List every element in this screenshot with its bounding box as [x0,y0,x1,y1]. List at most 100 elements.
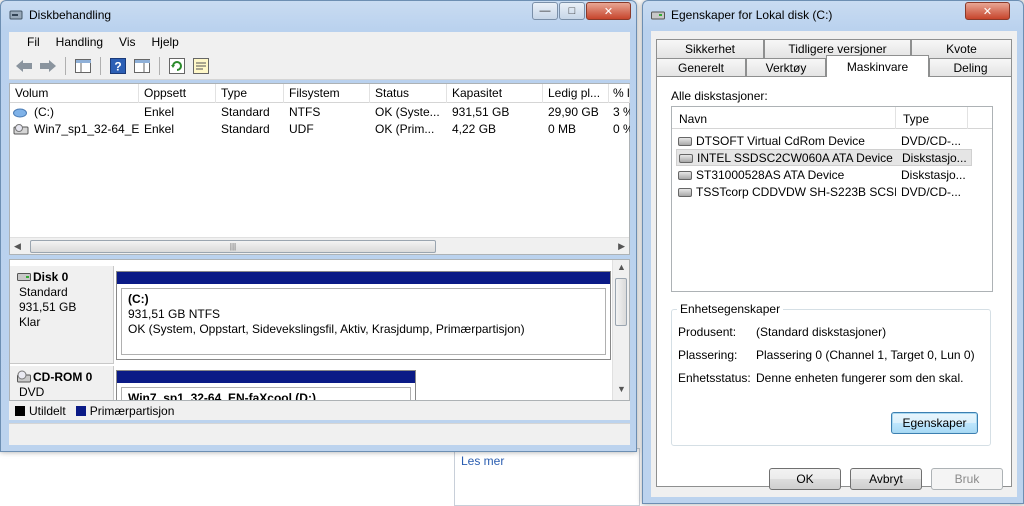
cancel-button[interactable]: Avbryt [850,468,922,490]
partition-size: 931,51 GB NTFS [128,307,221,321]
arrow-right-icon [40,59,56,72]
cell-type: Standard [221,105,270,119]
legend-unallocated: Utildelt [29,403,66,418]
scroll-left-icon[interactable]: ◀ [14,241,21,252]
tab-sharing[interactable]: Deling [929,58,1012,77]
drive-list-header: Navn Type [672,107,992,129]
titlebar[interactable]: Diskbehandling — □ ✕ [1,1,636,29]
column-header-percent-free[interactable]: % l [609,84,630,103]
list-item[interactable]: TSSTcorp CDDVDW SH-S223B SCSI ... DVD/CD… [676,184,972,201]
disk-state: Klar [19,315,41,329]
scroll-right-icon[interactable]: ▶ [618,241,625,252]
table-row[interactable]: (C:) Enkel Standard NTFS OK (Syste... 93… [10,104,630,121]
show-action-pane-button[interactable] [131,55,153,77]
column-header-type[interactable]: Type [896,107,968,129]
help-button[interactable]: ? [107,55,129,77]
cell-free-space: 29,90 GB [548,105,599,119]
horizontal-scroll-thumb[interactable]: ||| [30,240,436,253]
device-properties-title: Enhetsegenskaper [677,302,784,316]
column-header-status[interactable]: Status [370,84,447,103]
titlebar[interactable]: Egenskaper for Lokal disk (C:) ✕ [643,1,1023,29]
drive-name: TSSTcorp CDDVDW SH-S223B SCSI ... [696,185,896,199]
apply-button[interactable]: Bruk [931,468,1003,490]
drive-type: DVD/CD-... [901,185,961,199]
list-item[interactable]: DTSOFT Virtual CdRom Device DVD/CD-... [676,133,972,150]
cell-status: OK (Prim... [375,122,435,136]
column-header-capacity[interactable]: Kapasitet [447,84,543,103]
tab-hardware[interactable]: Maskinvare [826,55,929,77]
maximize-button[interactable]: □ [559,2,585,20]
primary-partition-bar [117,371,415,383]
close-icon: ✕ [982,5,993,18]
device-status-label: Enhetsstatus: [678,371,751,385]
minimize-button[interactable]: — [532,2,558,20]
disk-name: Disk 0 [33,270,69,284]
vertical-scroll-thumb[interactable] [615,278,627,326]
cell-status: OK (Syste... [375,105,440,119]
close-button[interactable]: ✕ [586,2,631,20]
tab-general[interactable]: Generelt [656,58,746,77]
scroll-down-icon[interactable]: ▼ [617,384,626,394]
column-header-type[interactable]: Type [216,84,284,103]
location-value: Plassering 0 (Channel 1, Target 0, Lun 0… [756,348,975,362]
drive-name: INTEL SSDSC2CW060A ATA Device [697,151,893,165]
back-button[interactable] [13,55,35,77]
scroll-up-icon[interactable]: ▲ [617,262,626,272]
drive-type: Diskstasjo... [902,151,967,165]
ok-button[interactable]: OK [769,468,841,490]
menu-help[interactable]: Hjelp [144,35,187,49]
drive-type: Diskstasjo... [901,168,966,182]
properties-icon [193,57,209,74]
disk-management-icon [9,10,23,20]
menu-view[interactable]: Vis [111,35,143,49]
maximize-icon: □ [568,5,576,17]
forward-button[interactable] [37,55,59,77]
list-item[interactable]: ST31000528AS ATA Device Diskstasjo... [676,167,972,184]
refresh-button[interactable] [166,55,188,77]
console-tree-icon [75,58,91,73]
disk-0-label[interactable]: Disk 0 Standard 931,51 GB Klar [10,266,114,364]
disk-graphical-view: Disk 0 Standard 931,51 GB Klar (C:) 931,… [9,259,630,401]
cell-layout: Enkel [144,105,175,119]
partition-c[interactable]: (C:) 931,51 GB NTFS OK (System, Oppstart… [116,271,611,360]
vertical-scrollbar[interactable]: ▲ ▼ [612,260,629,400]
drive-properties-icon [651,11,665,20]
column-header-filesystem[interactable]: Filsystem [284,84,370,103]
partition-details: Win7_sp1_32-64_EN-faXcool (D:) [121,387,411,401]
menubar: Fil Handling Vis Hjelp [9,32,630,52]
partition-title: Win7_sp1_32-64_EN-faXcool (D:) [128,391,316,401]
close-button[interactable]: ✕ [965,2,1010,20]
menu-file[interactable]: Fil [19,35,48,49]
list-item[interactable]: INTEL SSDSC2CW060A ATA Device Diskstasjo… [676,149,972,166]
hard-disk-icon [678,171,692,180]
status-bar [9,423,630,445]
toolbar-separator [65,56,66,75]
drive-name: DTSOFT Virtual CdRom Device [696,134,865,148]
cdrom-0-label[interactable]: CD-ROM 0 DVD [10,366,114,400]
column-header-volume[interactable]: Volum [10,84,139,103]
show-hide-console-tree-button[interactable] [72,55,94,77]
tab-security[interactable]: Sikkerhet [656,39,764,58]
dialog-title: Egenskaper for Lokal disk (C:) [671,8,833,22]
device-properties-button[interactable]: Egenskaper [891,412,978,434]
column-header-free-space[interactable]: Ledig pl... [543,84,609,103]
column-header-name[interactable]: Navn [672,107,896,129]
minimize-icon: — [539,5,551,17]
cell-filesystem: NTFS [289,105,321,119]
menu-action[interactable]: Handling [48,35,111,49]
legend: Utildelt Primærpartisjon [9,401,630,420]
drive-name: ST31000528AS ATA Device [696,168,845,182]
column-header-layout[interactable]: Oppsett [139,84,216,103]
background-read-more-link[interactable]: Les mer [461,454,504,468]
drive-type: DVD/CD-... [901,134,961,148]
cd-rom-icon [17,370,31,383]
tab-tools[interactable]: Verktøy [746,58,826,77]
table-row[interactable]: Win7_sp1_32-64_E... Enkel Standard UDF O… [10,121,630,138]
horizontal-scrollbar[interactable]: ◀ ||| ▶ [10,237,629,254]
cdrom-kind: DVD [19,385,45,399]
partition-d[interactable]: Win7_sp1_32-64_EN-faXcool (D:) [116,370,416,401]
cell-volume: (C:) [34,105,54,119]
cell-capacity: 931,51 GB [452,105,510,119]
partition-status: OK (System, Oppstart, Sidevekslingsfil, … [128,322,525,336]
properties-toolbar-button[interactable] [190,55,212,77]
